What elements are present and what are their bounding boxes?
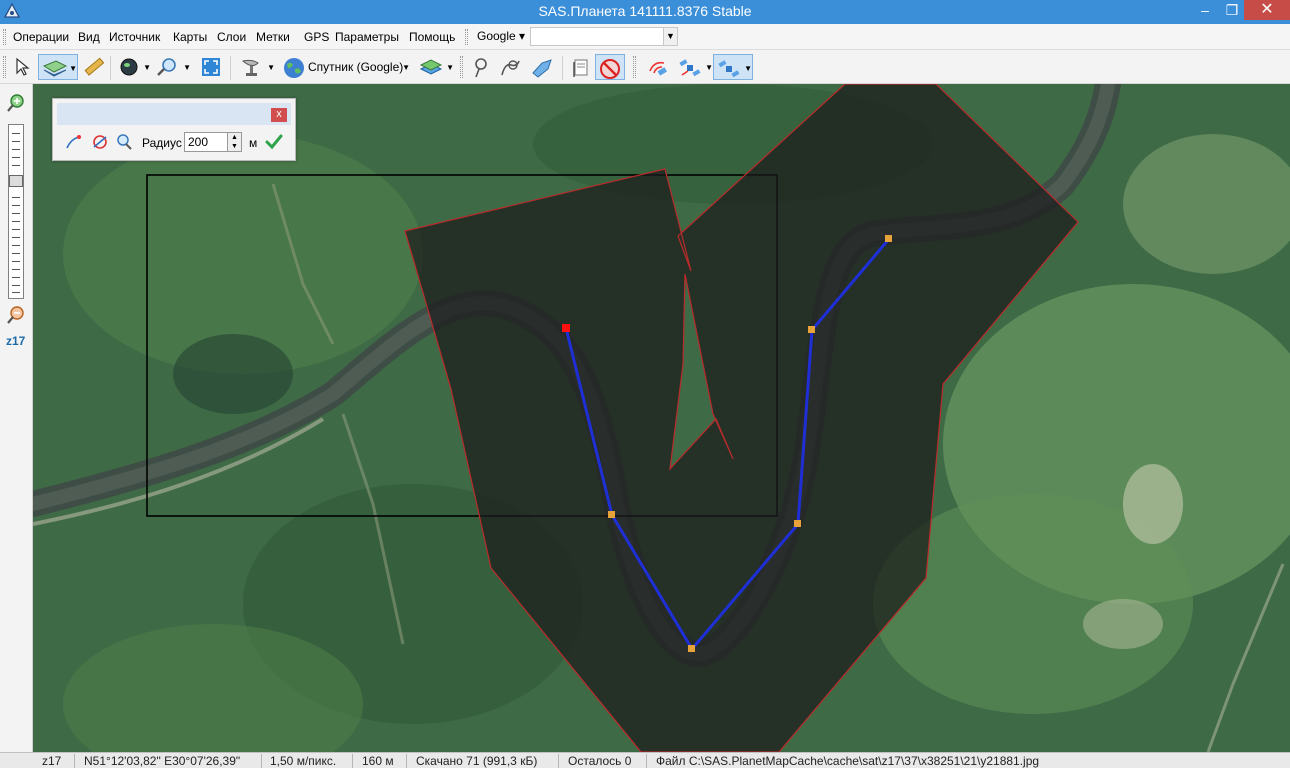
globe-button[interactable]: ▼ <box>115 54 151 80</box>
route-point[interactable] <box>794 520 801 527</box>
gps-track-button[interactable]: ▼ <box>675 54 713 80</box>
menu-operations[interactable]: Операции <box>13 30 69 44</box>
toolbar-grip[interactable] <box>3 56 6 78</box>
add-path-button[interactable] <box>496 54 524 80</box>
fullscreen-button[interactable] <box>198 54 224 80</box>
satellite-center-icon <box>718 60 740 78</box>
menu-maps[interactable]: Карты <box>173 30 207 44</box>
toolbar-separator <box>110 56 111 80</box>
gps-center-button[interactable]: ▼ <box>713 54 753 80</box>
polygon-icon <box>532 59 552 78</box>
notes-icon <box>573 59 588 77</box>
globe-icon <box>120 58 138 76</box>
no-placemarks-icon <box>600 59 620 79</box>
dropdown-arrow-icon[interactable]: ▼ <box>69 64 77 73</box>
menu-placemarks[interactable]: Метки <box>256 30 290 44</box>
menu-layers[interactable]: Слои <box>217 30 246 44</box>
status-zoom: z17 <box>42 754 62 768</box>
buffer-panel: x Радиус 200 ▲ ▼ м <box>52 98 296 161</box>
move-map-tool-button[interactable]: ▼ <box>38 54 78 80</box>
satellite-dish-icon <box>241 59 259 76</box>
satellite-signal-icon <box>649 61 667 76</box>
menu-help[interactable]: Помощь <box>409 30 455 44</box>
add-polygon-button[interactable] <box>527 54 557 80</box>
dropdown-arrow-icon[interactable]: ▼ <box>402 63 410 72</box>
pin-icon <box>475 58 487 78</box>
menu-view[interactable]: Вид <box>78 30 100 44</box>
dropdown-arrow-icon[interactable]: ▼ <box>446 63 454 72</box>
status-remaining: Осталось 0 <box>568 754 632 768</box>
zoom-out-icon[interactable] <box>7 306 25 324</box>
zoom-tool-button[interactable]: ▼ <box>153 54 191 80</box>
zoom-slider-thumb[interactable] <box>9 175 23 187</box>
route-point[interactable] <box>808 326 815 333</box>
toolbar-separator <box>562 56 563 80</box>
menu-settings[interactable]: Параметры <box>335 30 399 44</box>
main-toolbar: ▼ ▼ ▼ ▼ Спутник (Google) ▼ ▼ ▼ ▼ <box>0 50 1290 84</box>
layers-move-icon <box>42 60 68 77</box>
status-bar: z17 N51°12'03,82" E30°07'26,39" 1,50 м/п… <box>0 752 1290 768</box>
radius-unit: м <box>249 136 258 150</box>
close-button[interactable]: ✕ <box>1244 0 1290 20</box>
magnifier-icon[interactable] <box>115 133 133 151</box>
map-view[interactable] <box>33 84 1290 752</box>
dropdown-arrow-icon[interactable]: ▼ <box>705 63 713 72</box>
dropdown-arrow-icon[interactable]: ▼ <box>267 63 275 72</box>
zoom-level-label: z17 <box>6 334 26 348</box>
chevron-down-icon[interactable]: ▼ <box>663 28 677 45</box>
check-icon[interactable] <box>265 133 283 151</box>
route-point[interactable] <box>688 645 695 652</box>
placemark-manager-button[interactable] <box>567 54 593 80</box>
title-bar: SAS.Планета 141111.8376 Stable ‒ ❐ ✕ <box>0 0 1290 24</box>
map-type-label: Спутник (Google) <box>308 60 404 74</box>
window-title: SAS.Планета 141111.8376 Stable <box>538 3 752 19</box>
radius-label: Радиус <box>142 136 182 150</box>
satellite-map[interactable] <box>33 84 1290 752</box>
satellite-icon <box>679 59 701 77</box>
status-coordinates: N51°12'03,82" E30°07'26,39" <box>84 754 241 768</box>
menu-grip[interactable] <box>3 29 6 45</box>
dropdown-arrow-icon[interactable]: ▼ <box>143 63 151 72</box>
zoom-in-icon[interactable] <box>7 94 25 112</box>
dropdown-arrow-icon[interactable]: ▼ <box>183 63 191 72</box>
menu-gps[interactable]: GPS <box>304 30 329 44</box>
status-file-path: Файл C:\SAS.PlanetMapCache\cache\sat\z17… <box>656 754 1040 768</box>
edit-path-icon[interactable] <box>65 133 83 151</box>
dropdown-arrow-icon[interactable]: ▼ <box>744 64 752 73</box>
search-engine-selector[interactable]: Google ▾ <box>470 26 528 46</box>
zoom-slider[interactable] <box>8 124 24 299</box>
toolbar-grip[interactable] <box>633 56 636 78</box>
radius-spinner[interactable]: ▲ ▼ <box>227 133 241 151</box>
toolbar-separator <box>230 56 231 80</box>
buffer-zone-icon[interactable] <box>91 133 109 151</box>
layers-button[interactable]: ▼ <box>416 54 454 80</box>
earth-icon <box>284 58 304 78</box>
buffer-panel-close-button[interactable]: x <box>271 108 287 122</box>
ruler-tool-button[interactable] <box>80 54 106 80</box>
status-downloaded: Скачано 71 (991,3 кБ) <box>416 754 538 768</box>
buffer-panel-header[interactable] <box>57 103 291 125</box>
zoom-panel: z17 <box>0 84 33 752</box>
toolbar-grip[interactable] <box>465 29 468 45</box>
route-start-point[interactable] <box>562 324 570 332</box>
gps-connect-button[interactable] <box>643 54 673 80</box>
satellite-dish-button[interactable]: ▼ <box>237 54 275 80</box>
hide-placemarks-button[interactable] <box>595 54 625 80</box>
status-scale: 1,50 м/пикс. <box>270 754 337 768</box>
ruler-icon <box>84 57 105 76</box>
magnifier-icon <box>157 58 176 76</box>
pointer-tool-button[interactable] <box>10 54 34 80</box>
menu-source[interactable]: Источник <box>109 30 160 44</box>
cursor-icon <box>16 57 30 76</box>
fullscreen-icon <box>202 58 220 76</box>
route-point[interactable] <box>608 511 615 518</box>
map-type-selector[interactable]: Спутник (Google) ▼ <box>279 54 414 80</box>
status-distance: 160 м <box>362 754 394 768</box>
path-icon <box>501 60 520 76</box>
layers-icon <box>419 59 443 75</box>
search-input[interactable]: ▼ <box>530 27 678 46</box>
toolbar-grip[interactable] <box>460 56 463 78</box>
route-point[interactable] <box>885 235 892 242</box>
add-placemark-button[interactable] <box>467 54 493 80</box>
